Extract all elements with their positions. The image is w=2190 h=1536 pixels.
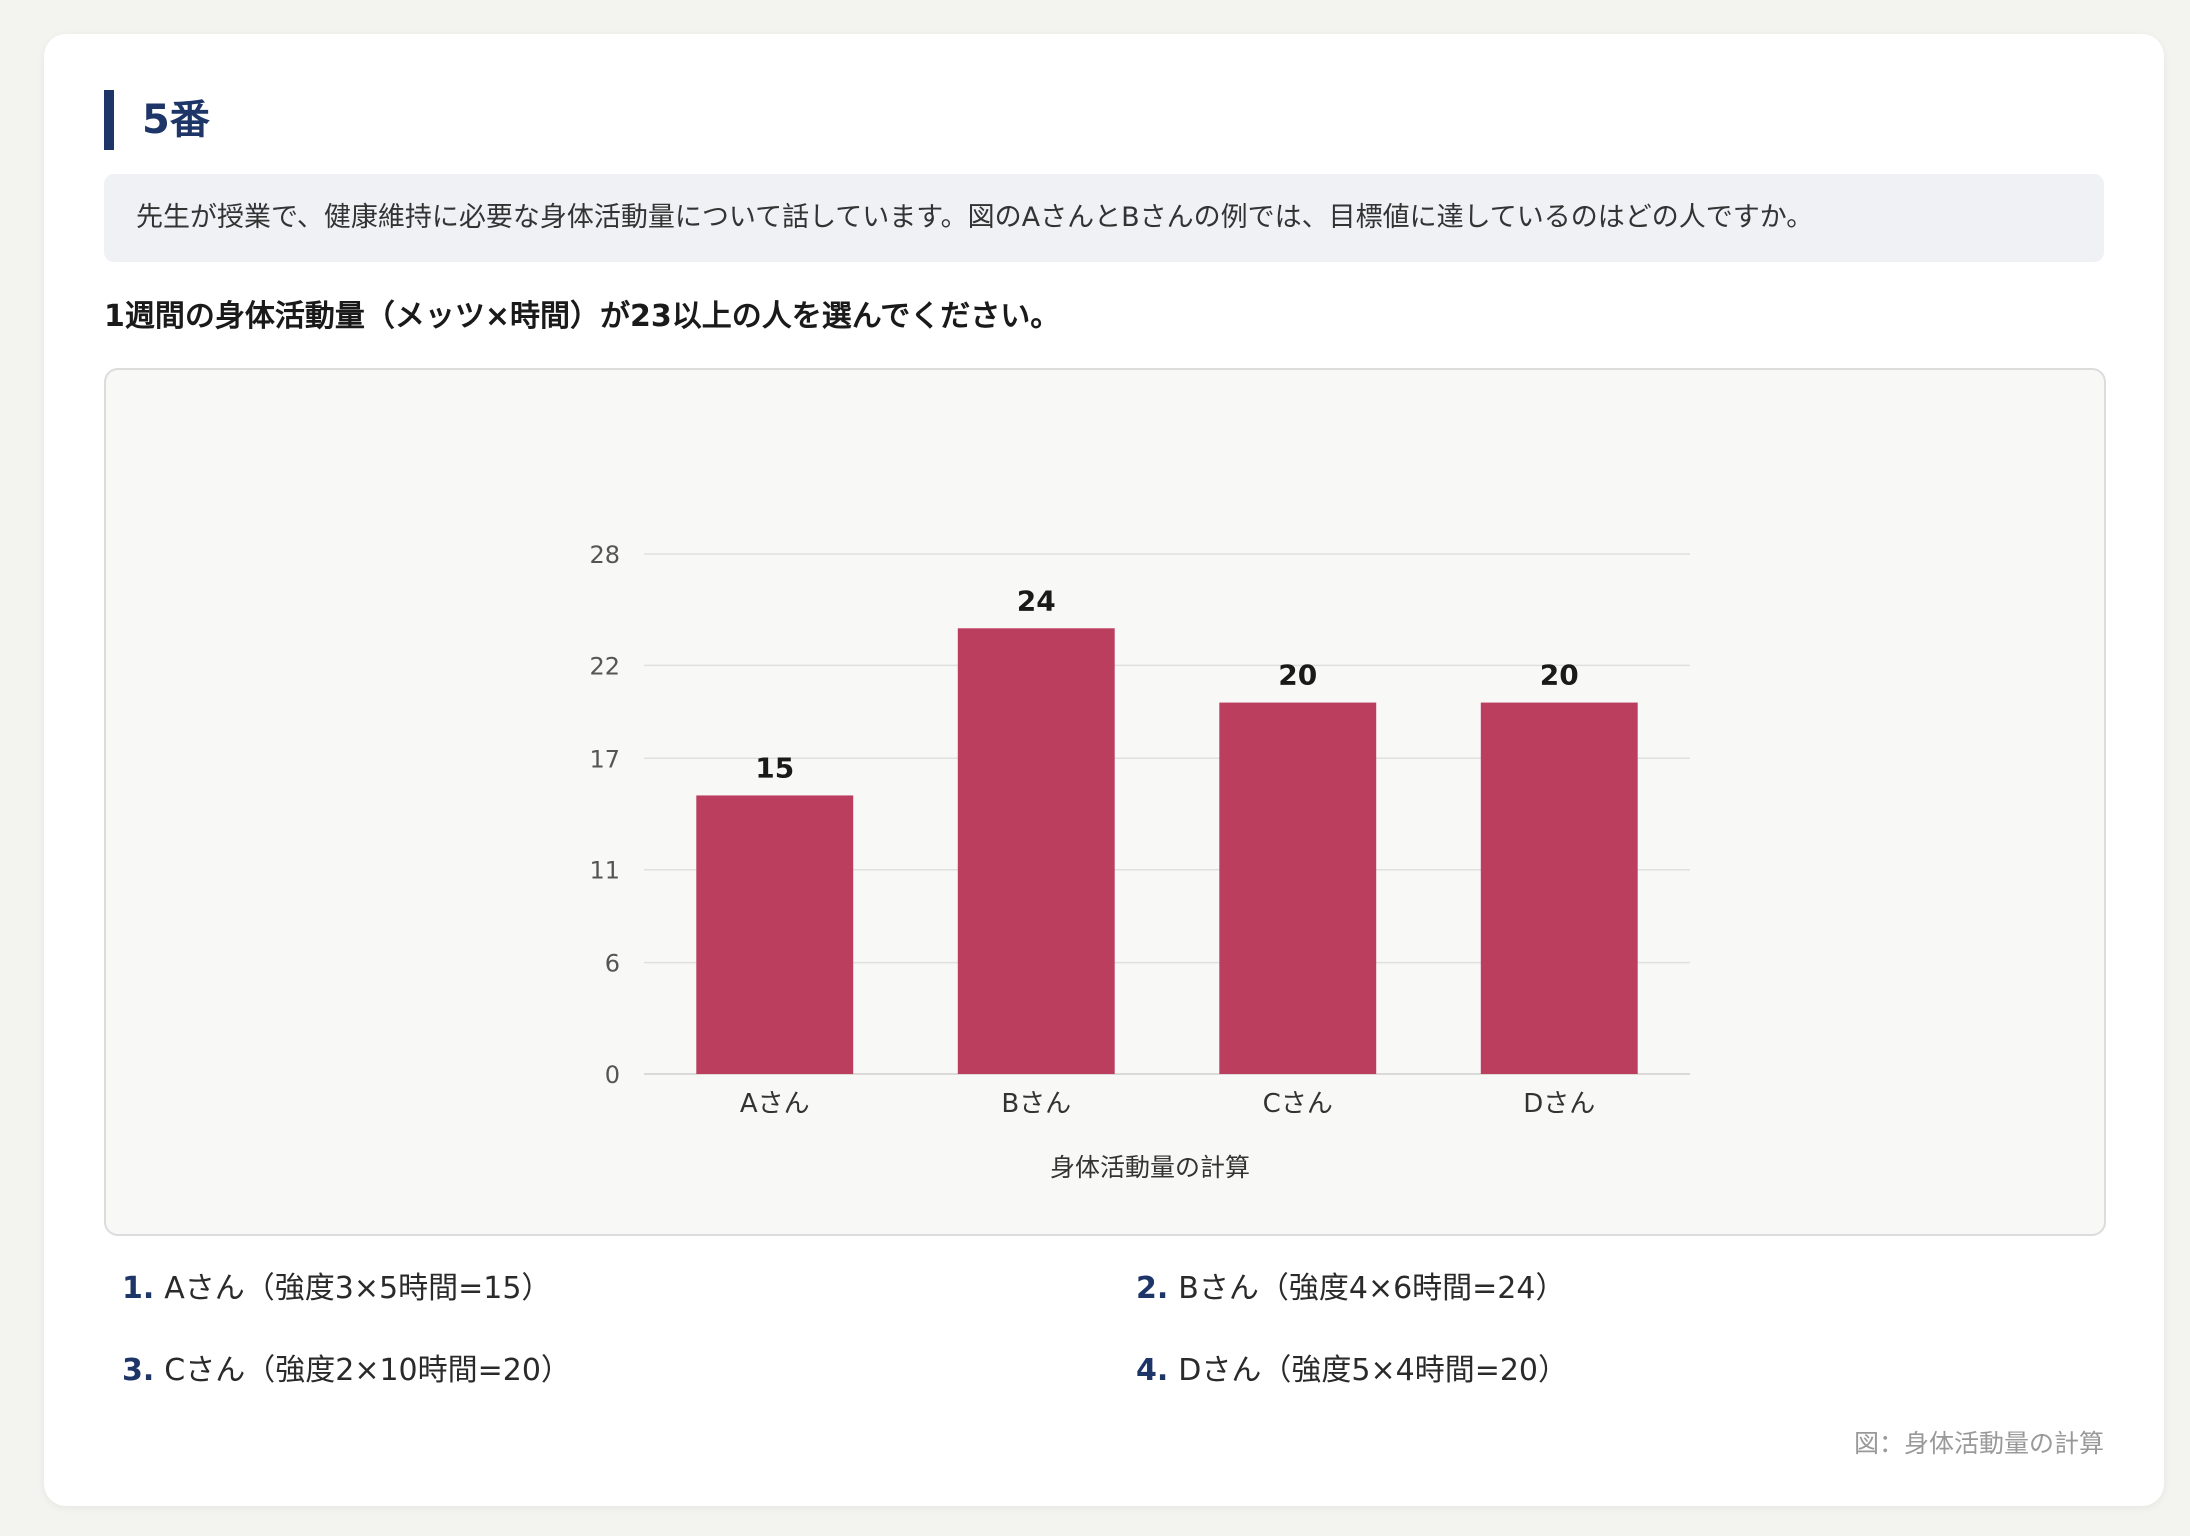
bar-chart: 0 6 11 17 22 28 15 24 20 20 Aさん Bさん Cさん Dさん 身体活動量の計…: [589, 541, 1690, 1182]
bar-4: [1480, 702, 1638, 1074]
figure-caption: 図：身体活動量の計算: [1853, 1429, 2104, 1458]
data-labels: 15 24 20 20: [755, 584, 1578, 784]
question-card: 5番 先生が授業で、健康維持に必要な身体活動量について話しています。図のAさんと…: [44, 34, 2164, 1506]
option-number: 2.: [1136, 1271, 1169, 1306]
prompt-box: 先生が授業で、健康維持に必要な身体活動量について話しています。図のAさんとBさん…: [104, 174, 2104, 262]
answer-options: 1. Aさん（強度3×5時間=15） 2. Bさん（強度4×6時間=24） 3. Cさ…: [104, 1264, 2104, 1434]
option-text: Dさん（強度5×4時間=20）: [1178, 1353, 1569, 1388]
x-tick-label: Cさん: [1263, 1089, 1333, 1119]
y-tick-label: 6: [605, 950, 620, 978]
option-text: Bさん（強度4×6時間=24）: [1178, 1271, 1566, 1306]
x-axis-label: 身体活動量の計算: [1050, 1153, 1250, 1182]
x-tick-labels: Aさん Bさん Cさん Dさん: [740, 1089, 1595, 1119]
prompt-text: 先生が授業で、健康維持に必要な身体活動量について話しています。図のAさんとBさん…: [136, 202, 1814, 233]
y-tick-labels: 0 6 11 17 22 28: [589, 541, 620, 1089]
data-label: 20: [1278, 659, 1317, 692]
answer-option-2[interactable]: 2. Bさん（強度4×6時間=24）: [1136, 1264, 1565, 1314]
question-text: 1週間の身体活動量（メッツ×時間）が23以上の人を選んでください。: [104, 299, 1061, 334]
answer-option-1[interactable]: 1. Aさん（強度3×5時間=15）: [122, 1264, 551, 1314]
y-tick-label: 17: [589, 745, 620, 773]
data-label: 24: [1017, 584, 1056, 617]
answer-option-3[interactable]: 3. Cさん（強度2×10時間=20）: [122, 1346, 571, 1396]
bars: [696, 628, 1638, 1074]
option-number: 3.: [122, 1353, 155, 1388]
x-tick-label: Bさん: [1001, 1089, 1071, 1119]
heading-accent-bar: [104, 90, 114, 150]
y-tick-label: 28: [589, 541, 620, 569]
bar-3: [1219, 702, 1377, 1074]
y-tick-label: 11: [589, 857, 620, 885]
y-tick-label: 0: [605, 1061, 620, 1089]
x-tick-label: Dさん: [1523, 1089, 1595, 1119]
question-number: 5番: [142, 97, 210, 143]
data-label: 15: [755, 751, 794, 784]
option-number: 4.: [1136, 1353, 1169, 1388]
option-text: Aさん（強度3×5時間=15）: [164, 1271, 552, 1306]
option-number: 1.: [122, 1271, 155, 1306]
bar-2: [957, 628, 1115, 1074]
option-text: Cさん（強度2×10時間=20）: [164, 1353, 571, 1388]
answer-option-4[interactable]: 4. Dさん（強度5×4時間=20）: [1136, 1346, 1568, 1396]
y-tick-label: 22: [589, 652, 620, 680]
chart-panel: 0 6 11 17 22 28 15 24 20 20 Aさん Bさん Cさん Dさん 身体活動量の計…: [104, 368, 2106, 1236]
bar-1: [696, 795, 854, 1074]
x-tick-label: Aさん: [740, 1089, 810, 1119]
data-label: 20: [1540, 659, 1579, 692]
